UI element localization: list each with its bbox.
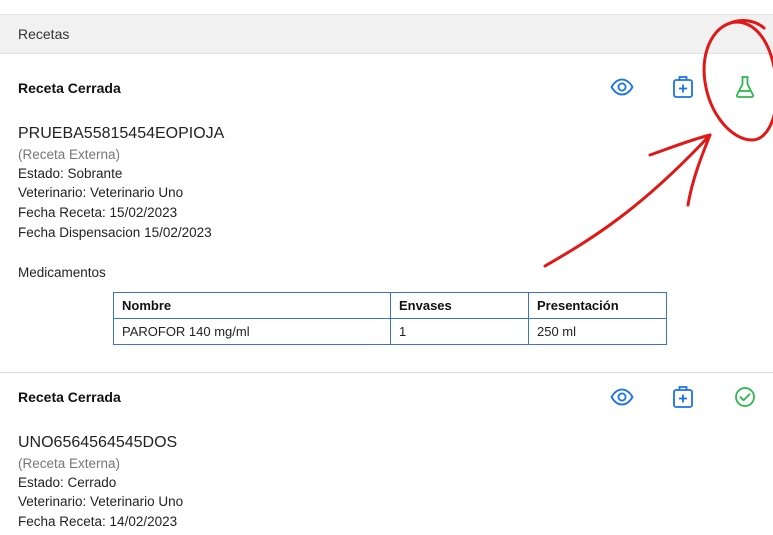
receta-estado: Estado: Cerrado — [18, 475, 117, 490]
check-circle-icon[interactable] — [731, 383, 759, 411]
receta-code: UNO6564564545DOS — [18, 434, 178, 451]
medical-kit-icon[interactable] — [669, 383, 697, 411]
view-eye-icon[interactable] — [608, 383, 636, 411]
receta-card: Receta Cerrada UNO6564564545DOS (Receta … — [0, 0, 773, 535]
receta-fecha: Fecha Receta: 14/02/2023 — [18, 514, 178, 529]
receta-tipo: (Receta Externa) — [18, 456, 121, 471]
receta-title: Receta Cerrada — [18, 389, 121, 405]
recetas-page: Recetas Receta Cerrada PRUEBA55815454EOP… — [0, 0, 773, 535]
receta-veterinario: Veterinario: Veterinario Uno — [18, 494, 184, 509]
